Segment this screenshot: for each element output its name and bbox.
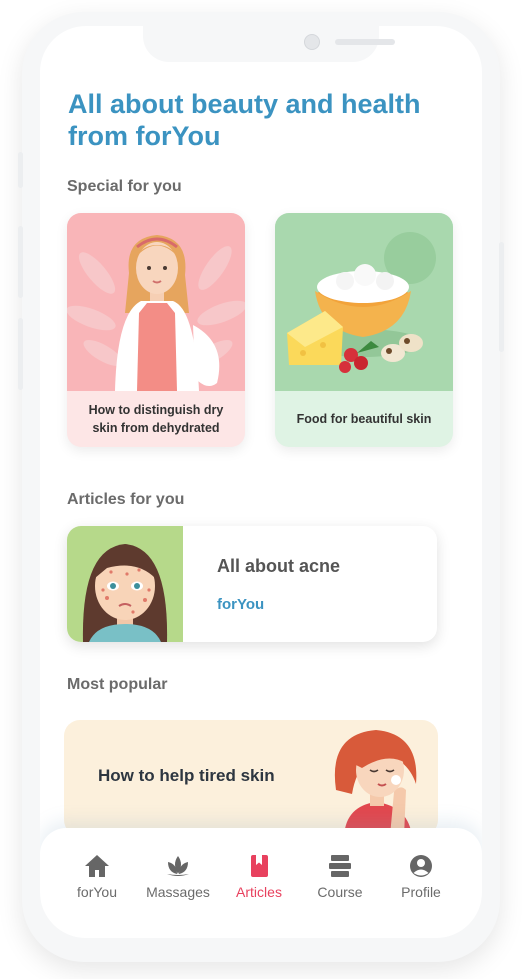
tab-label: Course: [317, 884, 363, 900]
acne-girl-illustration: [67, 526, 183, 642]
special-card[interactable]: Food for beautiful skin: [275, 213, 453, 447]
card-caption: Food for beautiful skin: [296, 412, 432, 426]
side-button: [18, 152, 23, 188]
tab-foryou[interactable]: forYou: [55, 854, 139, 900]
tab-articles[interactable]: Articles: [217, 854, 301, 900]
tired-skin-illustration: [334, 730, 417, 836]
woman-illustration: [67, 213, 245, 391]
tab-label: Articles: [236, 884, 282, 900]
bookmark-icon: [251, 855, 268, 877]
tab-label: forYou: [77, 884, 117, 900]
special-card[interactable]: How to distinguish dry skin from dehydra…: [67, 213, 245, 447]
section-heading-popular: Most popular: [67, 676, 168, 693]
bottom-tab-bar: forYou Massages Articles Course Profile: [40, 828, 482, 938]
article-card[interactable]: All about acne forYou: [67, 526, 437, 642]
article-title: All about acne: [217, 556, 341, 576]
side-button: [499, 242, 504, 352]
popular-title: How to help tired skin: [98, 766, 275, 785]
article-source: forYou: [217, 596, 265, 613]
camera: [304, 34, 320, 50]
food-illustration: [275, 213, 453, 391]
speaker: [335, 39, 395, 45]
tab-label: Profile: [401, 884, 441, 900]
section-heading-articles: Articles for you: [67, 491, 185, 508]
section-heading-special: Special for you: [67, 178, 182, 195]
side-button: [18, 318, 23, 390]
card-caption: How to distinguish dry skin from dehydra…: [88, 403, 224, 435]
home-icon: [85, 855, 109, 877]
side-button: [18, 226, 23, 298]
tab-label: Massages: [146, 884, 210, 900]
user-icon: [410, 855, 432, 877]
page-title: All about beauty and health from forYou: [68, 89, 421, 151]
notch: [143, 26, 395, 62]
popular-card[interactable]: How to help tired skin: [64, 720, 438, 836]
stack-icon: [329, 855, 351, 877]
tab-course[interactable]: Course: [298, 854, 382, 900]
tab-massages[interactable]: Massages: [136, 854, 220, 900]
app-screen: All about beauty and health from forYou …: [40, 26, 482, 938]
tab-profile[interactable]: Profile: [379, 854, 463, 900]
lotus-icon: [167, 856, 189, 876]
